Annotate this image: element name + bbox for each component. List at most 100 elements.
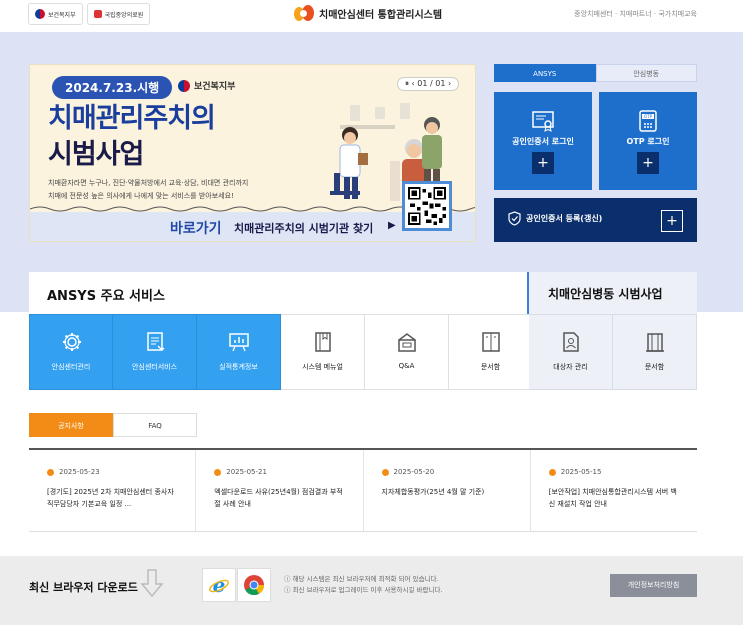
date-pill: 2024.7.23.시행 [52,76,173,99]
notice-tabs: 공지사항 FAQ [29,413,197,437]
mohw-logo-text: 보건복지부 [48,11,76,19]
gear-icon [63,333,81,351]
tile-label: 대상자 관리 [553,363,588,371]
cert-register-label: 공인인증서 등록(갱신) [526,214,603,223]
cert-login-button[interactable]: 공인인증서 로그인 + [494,92,592,190]
ie-download-button[interactable]: e [202,568,236,602]
browser-note-line2: ⓘ 최신 브라우저로 업그레이드 이후 사용하시길 바랍니다. [284,586,443,594]
tile-archive[interactable]: 문서함 [449,314,533,390]
notice-title: [보안작업] 치매안심통합관리시스템 서버 백신 재설치 작업 안내 [548,488,677,508]
safe-ward-title: 치매안심병동 시범사업 [548,287,663,301]
site-title: 치매안심센터 통합관리시스템 [319,9,443,21]
tile-performance-stats[interactable]: 실적통계정보 [197,314,281,390]
safe-ward-tiles: 대상자 관리 문서함 [529,314,697,390]
shield-check-icon [508,211,521,226]
tile-label: 문서함 [480,363,501,371]
tile-label: Q&A [398,362,415,370]
document-icon [147,332,165,351]
site-logo[interactable]: 치매안심센터 통합관리시스템 [294,4,442,22]
notice-title: [경기도] 2025년 2차 치매안심센터 종사자 직무담당자 기본교육 일정 … [47,488,174,508]
tile-system-manual[interactable]: 시스템 메뉴얼 [281,314,365,390]
notice-item[interactable]: 2025-05-15 [보안작업] 치매안심통합관리시스템 서버 백신 재설치 … [531,450,697,531]
tile-qna[interactable]: Q&A [365,314,449,390]
banner-title-line1: 치매관리주치의 [48,103,216,134]
book-icon [315,332,331,352]
promo-banner[interactable]: 2024.7.23.시행 보건복지부 ⏸ ‹ 01 / 01 › 치매관리주치의… [29,64,476,242]
tile-label: 안심센터서비스 [131,363,178,371]
taegeuk-icon [178,79,190,92]
tile-center-service[interactable]: 안심센터서비스 [113,314,197,390]
service-tiles: 안심센터관리 안심센터서비스 실적통계정보 시스템 메뉴얼 Q&A 문서함 [29,314,533,390]
svg-text:e: e [213,574,226,596]
login-tabs: ANSYS 안심병동 [494,64,697,82]
tab-notices[interactable]: 공지사항 [29,413,113,437]
chart-board-icon [229,333,249,352]
ministry-label: 보건복지부 [178,79,235,92]
tab-ansys[interactable]: ANSYS [494,64,596,82]
banner-desc-line1: 치매환자라면 누구나, 진단·약물처방에서 교육·상담, 비대면 관리까지 [48,179,249,187]
notice-item[interactable]: 2025-05-21 엑셀다운로드 사유(25년4월) 점검결과 부적절 사례 … [196,450,364,531]
browser-note-line1: ⓘ 해당 시스템은 최신 브라우저에 최적화 되어 있습니다. [284,575,439,583]
taegeuk-icon [35,9,45,19]
dot-icon [381,468,389,476]
notice-date: 2025-05-15 [548,468,697,476]
tile-center-management[interactable]: 안심센터관리 [29,314,113,390]
chrome-download-button[interactable] [237,568,271,602]
ie-icon: e [209,574,229,596]
notice-date-text: 2025-05-20 [393,468,435,476]
plus-icon: + [661,210,683,232]
qr-code [402,181,452,231]
services-section: ANSYS 주요 서비스 치매안심병동 시범사업 안심센터관리 안심센터서비스 … [29,272,697,390]
safe-ward-header: 치매안심병동 시범사업 [529,272,697,314]
notice-date-text: 2025-05-21 [226,468,267,476]
certificate-icon [532,111,554,132]
cta-label: 치매관리주치의 시범기관 찾기 [234,222,374,235]
banner-title: 치매관리주치의 시범사업 [48,101,216,173]
tile-label: 안심센터관리 [51,363,91,371]
nmc-logo-link[interactable]: 국립중앙의료원 [86,3,151,25]
inbox-icon [398,333,416,352]
tile-subject-management[interactable]: 대상자 관리 [529,314,613,390]
cta-go: 바로가기 [170,221,222,237]
browser-download-title: 최신 브라우저 다운로드 [29,581,138,594]
banner-desc-line2: 치매에 전문성 높은 의사에게 나에게 맞는 서비스를 받아보세요! [48,192,234,200]
building-icon [646,333,664,352]
banner-title-line2: 시범사업 [48,139,144,170]
otp-device-icon: OTP [639,110,657,132]
tile-label: 문서함 [644,363,665,371]
gov-logos: 보건복지부 국립중앙의료원 [28,3,151,25]
top-links[interactable]: 중앙치매센터 · 치매파트너 · 국가치매교육 [574,9,697,19]
tile-ward-archive[interactable]: 문서함 [613,314,697,390]
dot-icon [47,468,54,476]
nmc-icon [93,10,102,18]
cert-register-button[interactable]: 공인인증서 등록(갱신) + [494,198,697,242]
notice-date-text: 2025-05-23 [59,468,100,476]
top-bar: 보건복지부 국립중앙의료원 치매안심센터 통합관리시스템 중앙치매센터 · 치매… [0,0,743,28]
tab-safe-ward[interactable]: 안심병동 [595,64,697,82]
otp-login-button[interactable]: OTP OTP 로그인 + [599,92,697,190]
privacy-policy-button[interactable]: 개인정보처리방침 [610,574,697,597]
plus-icon: + [532,152,554,174]
notice-item[interactable]: 2025-05-20 지자체합동평가(25년 4월 말 기준) [364,450,531,531]
notice-date: 2025-05-20 [381,468,530,476]
notice-item[interactable]: 2025-05-23 [경기도] 2025년 2차 치매안심센터 종사자 직무담… [29,450,197,531]
tile-label: 실적통계정보 [219,363,258,371]
qr-code-icon [408,187,446,225]
notice-title: 엑셀다운로드 사유(25년4월) 점검결과 부적절 사례 안내 [214,488,343,508]
otp-login-label: OTP 로그인 [626,137,670,146]
tab-faq[interactable]: FAQ [113,413,197,437]
person-doc-icon [563,332,579,352]
folder-icon [482,332,500,352]
notice-title: 지자체합동평가(25년 4월 말 기준) [381,488,485,496]
banner-pager[interactable]: ⏸ ‹ 01 / 01 › [397,77,460,91]
notice-date-text: 2025-05-15 [560,468,602,476]
banner-desc: 치매환자라면 누구나, 진단·약물처방에서 교육·상담, 비대면 관리까지 치매… [48,177,308,203]
download-arrow-icon [140,569,164,598]
ministry-text: 보건복지부 [194,82,236,92]
dot-icon [214,468,222,476]
plus-icon: + [637,152,659,174]
notice-date: 2025-05-23 [47,468,195,476]
browser-note: ⓘ 해당 시스템은 최신 브라우저에 최적화 되어 있습니다. ⓘ 최신 브라우… [284,574,443,596]
mohw-logo-link[interactable]: 보건복지부 [28,3,83,25]
site-logo-icon [294,4,314,22]
